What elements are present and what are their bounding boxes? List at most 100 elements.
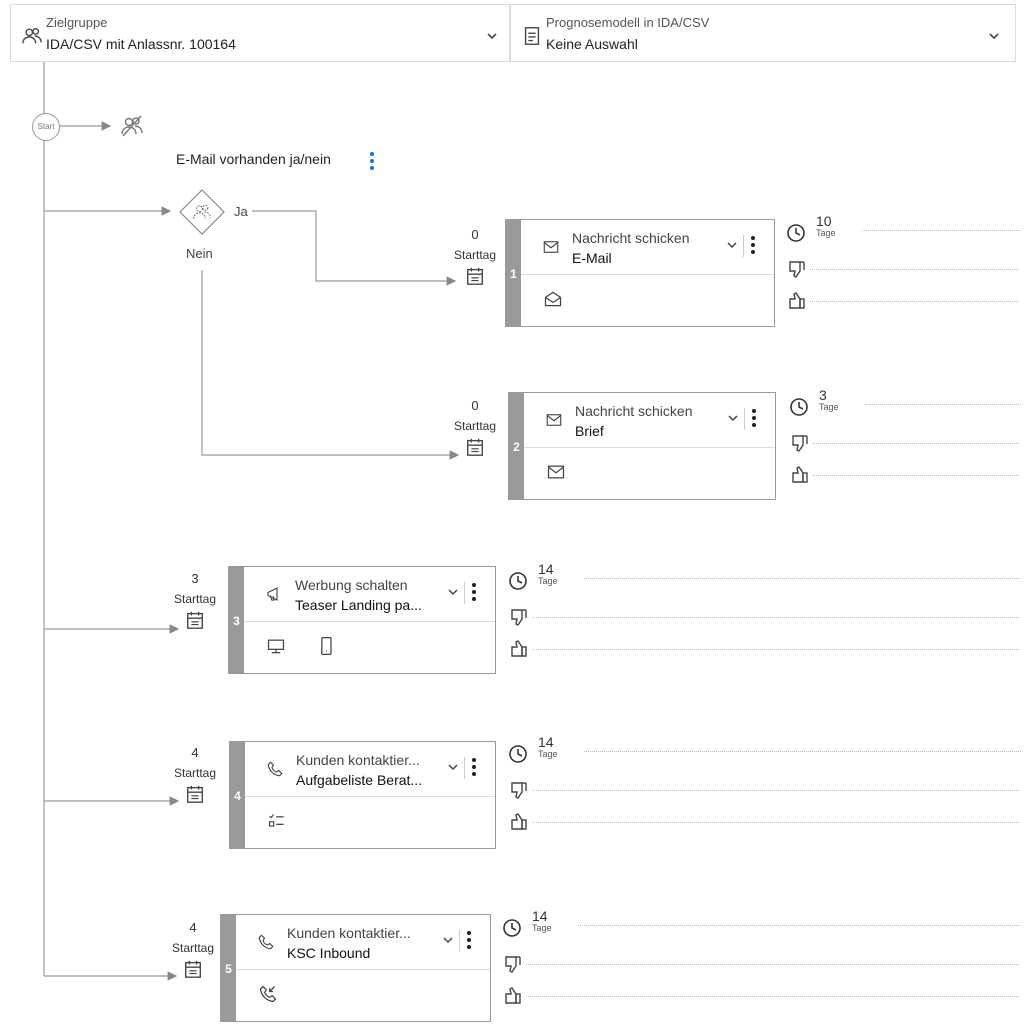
duration-value[interactable]: 3 <box>819 387 827 403</box>
step-number-bar: 1 <box>506 220 521 326</box>
thumbs-up-icon[interactable] <box>790 465 810 485</box>
start-day-label: Starttag <box>173 592 217 606</box>
thumbs-up-icon[interactable] <box>787 291 807 311</box>
thumbs-down-icon[interactable] <box>503 954 523 974</box>
people-dotted-icon <box>193 204 211 219</box>
card-header: Nachricht schicken E-Mail <box>521 220 774 275</box>
timeline-dotted-line <box>584 578 1021 579</box>
duration-unit: Tage <box>532 923 552 933</box>
divider <box>744 408 745 430</box>
forecast-model-select[interactable]: Prognosemodell in IDA/CSV Keine Auswahl <box>510 4 1016 62</box>
start-day-block: 0 Starttag <box>445 227 505 289</box>
megaphone-icon <box>267 587 278 601</box>
more-menu-icon[interactable] <box>472 756 476 778</box>
calendar-icon[interactable] <box>465 437 485 457</box>
action-card[interactable]: 1 Nachricht schicken E-Mail <box>505 219 775 327</box>
start-day-value: 3 <box>191 571 199 586</box>
start-day-value: 4 <box>191 745 199 760</box>
calendar-icon[interactable] <box>465 266 485 286</box>
divider <box>743 235 744 257</box>
duration-value[interactable]: 14 <box>538 734 554 750</box>
start-day-block: 3 Starttag <box>165 571 225 633</box>
negative-path-line <box>810 269 1019 270</box>
action-channel: Aufgabeliste Berat... <box>296 772 423 788</box>
forecast-model-value: Keine Auswahl <box>546 36 638 52</box>
timeline-dotted-line <box>584 751 1021 752</box>
duration-value[interactable]: 14 <box>532 908 548 924</box>
condition-title: E-Mail vorhanden ja/nein <box>176 151 331 167</box>
more-menu-icon[interactable] <box>751 234 755 256</box>
inbound-call-icon <box>259 985 277 1003</box>
start-day-label: Starttag <box>453 248 497 262</box>
condition-yes-label: Ja <box>234 204 250 219</box>
start-day-block: 4 Starttag <box>165 745 225 807</box>
chevron-down-icon[interactable] <box>727 412 739 424</box>
action-card[interactable]: 3 Werbung schalten Teaser Landing pa... <box>228 566 496 674</box>
divider <box>464 757 465 779</box>
duration-value[interactable]: 14 <box>538 561 554 577</box>
negative-path-line <box>532 617 1019 618</box>
chevron-down-icon[interactable] <box>447 761 459 773</box>
calendar-icon[interactable] <box>185 784 205 804</box>
target-group-select[interactable]: Zielgruppe IDA/CSV mit Anlassnr. 100164 <box>10 4 510 62</box>
action-type: Nachricht schicken <box>575 403 693 419</box>
chevron-down-icon[interactable] <box>447 586 459 598</box>
action-card[interactable]: 2 Nachricht schicken Brief <box>508 392 776 500</box>
thumbs-down-icon[interactable] <box>787 259 807 279</box>
positive-path-line <box>526 996 1019 997</box>
card-header: Werbung schalten Teaser Landing pa... <box>244 567 495 622</box>
step-outcomes: 14 Tage <box>502 908 1022 1014</box>
card-header: Kunden kontaktier... KSC Inbound <box>236 915 490 970</box>
action-type: Kunden kontaktier... <box>296 752 420 768</box>
clock-icon <box>509 572 527 590</box>
action-type: Nachricht schicken <box>572 230 690 246</box>
thumbs-up-icon[interactable] <box>509 639 529 659</box>
condition-menu-icon[interactable] <box>368 150 376 172</box>
action-type: Werbung schalten <box>295 577 408 593</box>
start-day-block: 0 Starttag <box>445 398 505 460</box>
positive-path-line <box>810 301 1019 302</box>
step-number-bar: 5 <box>221 915 236 1021</box>
action-channel: KSC Inbound <box>287 945 371 961</box>
thumbs-down-icon[interactable] <box>509 780 529 800</box>
start-day-block: 4 Starttag <box>163 920 223 982</box>
chevron-down-icon[interactable] <box>485 29 499 43</box>
start-day-value: 4 <box>189 920 197 935</box>
negative-path-line <box>526 964 1019 965</box>
step-number-bar: 3 <box>229 567 244 673</box>
forecast-model-label: Prognosemodell in IDA/CSV <box>546 15 710 30</box>
duration-value[interactable]: 10 <box>816 213 832 229</box>
thumbs-up-icon[interactable] <box>503 986 523 1006</box>
thumbs-up-icon[interactable] <box>509 812 529 832</box>
desktop-icon <box>267 639 285 654</box>
envelope-icon <box>546 414 562 426</box>
people-crossed-icon <box>121 115 143 137</box>
thumbs-down-icon[interactable] <box>790 433 810 453</box>
step-number-bar: 4 <box>230 742 245 848</box>
chevron-down-icon[interactable] <box>987 29 1001 43</box>
more-menu-icon[interactable] <box>752 407 756 429</box>
duration-unit: Tage <box>538 576 558 586</box>
mobile-icon <box>321 637 332 655</box>
start-node: Start <box>32 113 60 141</box>
positive-path-line <box>813 475 1019 476</box>
phone-icon <box>258 934 274 950</box>
step-outcomes: 14 Tage <box>508 561 1025 667</box>
timeline-dotted-line <box>865 404 1021 405</box>
target-group-value: IDA/CSV mit Anlassnr. 100164 <box>46 36 236 52</box>
people-icon <box>22 27 42 44</box>
divider <box>459 930 460 952</box>
open-envelope-icon <box>544 291 562 307</box>
thumbs-down-icon[interactable] <box>509 607 529 627</box>
action-card[interactable]: 4 Kunden kontaktier... Aufgabeliste Berat.… <box>229 741 496 849</box>
more-menu-icon[interactable] <box>467 929 471 951</box>
action-card[interactable]: 5 Kunden kontaktier... KSC Inbound <box>220 914 491 1022</box>
chevron-down-icon[interactable] <box>726 239 738 251</box>
calendar-icon[interactable] <box>183 959 203 979</box>
chevron-down-icon[interactable] <box>442 934 454 946</box>
condition-no-label: Nein <box>186 246 213 261</box>
calendar-icon[interactable] <box>185 610 205 630</box>
step-number: 1 <box>510 267 517 281</box>
start-day-label: Starttag <box>171 941 215 955</box>
more-menu-icon[interactable] <box>472 581 476 603</box>
